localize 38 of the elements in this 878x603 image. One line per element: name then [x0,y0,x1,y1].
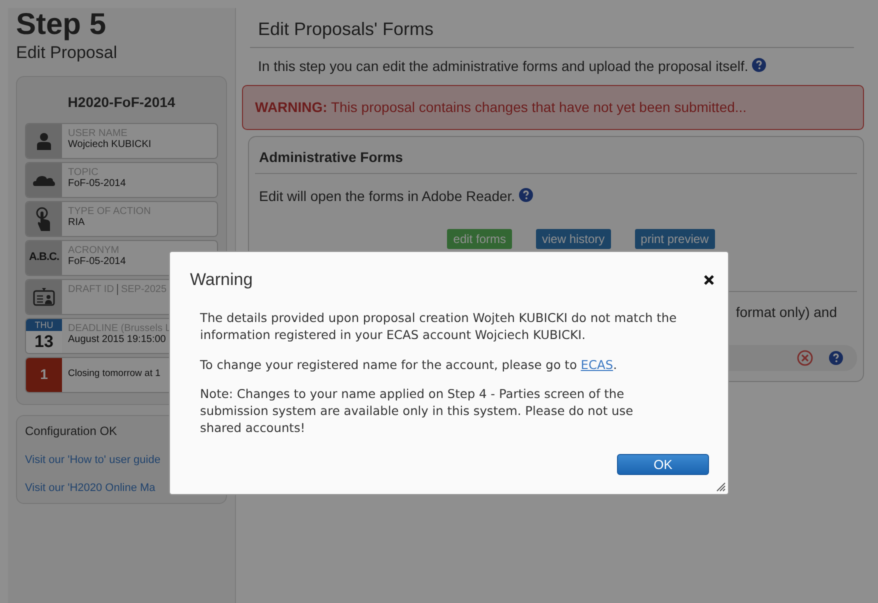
item-value: Closing tomorrow at 1 [68,369,160,380]
dialog-title: Warning [190,269,253,292]
dialog-paragraph: To change your registered name for the account, please go to ECAS. [200,356,618,374]
help-icon[interactable] [752,58,766,72]
countdown-badge: 1 [26,358,62,392]
item-value: Wojciech KUBICKI [68,138,152,150]
calendar-day: THU [26,318,62,330]
resize-grip-icon[interactable] [716,482,726,492]
item-value: August 2015 19:15:00 [68,334,167,344]
upload-text: format only) and [736,304,837,320]
ecas-link[interactable]: ECAS [580,358,614,372]
hand-pointer-icon [36,206,52,230]
help-icon[interactable] [519,188,534,202]
close-icon[interactable] [704,275,714,285]
forms-note: Edit will open the forms in Adobe Reader. [259,187,516,206]
form-action-button[interactable]: print preview [634,229,715,249]
card-title: Administrative Forms [255,143,857,174]
ok-button[interactable]: OK [617,454,709,475]
id-card-icon [33,288,55,306]
remove-icon[interactable] [797,350,813,366]
step-title: Step 5 [16,10,108,40]
cloud-icon [33,174,55,186]
dialog-paragraph: The details provided upon proposal creation Wojteh KUBICKI do not match the information registered in your ECAS account Wojciech KUBICKI. [200,310,678,344]
intro-text: In this step you can edit the administrative forms and upload the proposal itself. [258,57,748,76]
dialog-paragraph: Note: Changes to your name applied on Step 4 - Parties screen of the submission system are available only in this system. Please do not use shared accounts! [200,386,634,437]
person-icon [37,132,51,150]
calendar-date: 13 [34,330,54,352]
form-action-button[interactable]: edit forms [447,229,512,249]
help-icon[interactable] [829,351,843,365]
call-title: H2020-FoF-2014 [66,92,176,112]
form-action-button[interactable]: view history [536,229,611,249]
step-subtitle: Edit Proposal [16,42,118,64]
item-value: FoF-05-2014 [68,256,126,266]
warning-alert: WARNING: This proposal contains changes that have not yet been submitted... [242,85,864,130]
item-value: FoF-05-2014 [68,178,126,188]
acronym-icon: A.B.C. [29,249,59,266]
item-value: RIA [68,216,86,228]
page-heading: Edit Proposals' Forms [250,16,854,48]
